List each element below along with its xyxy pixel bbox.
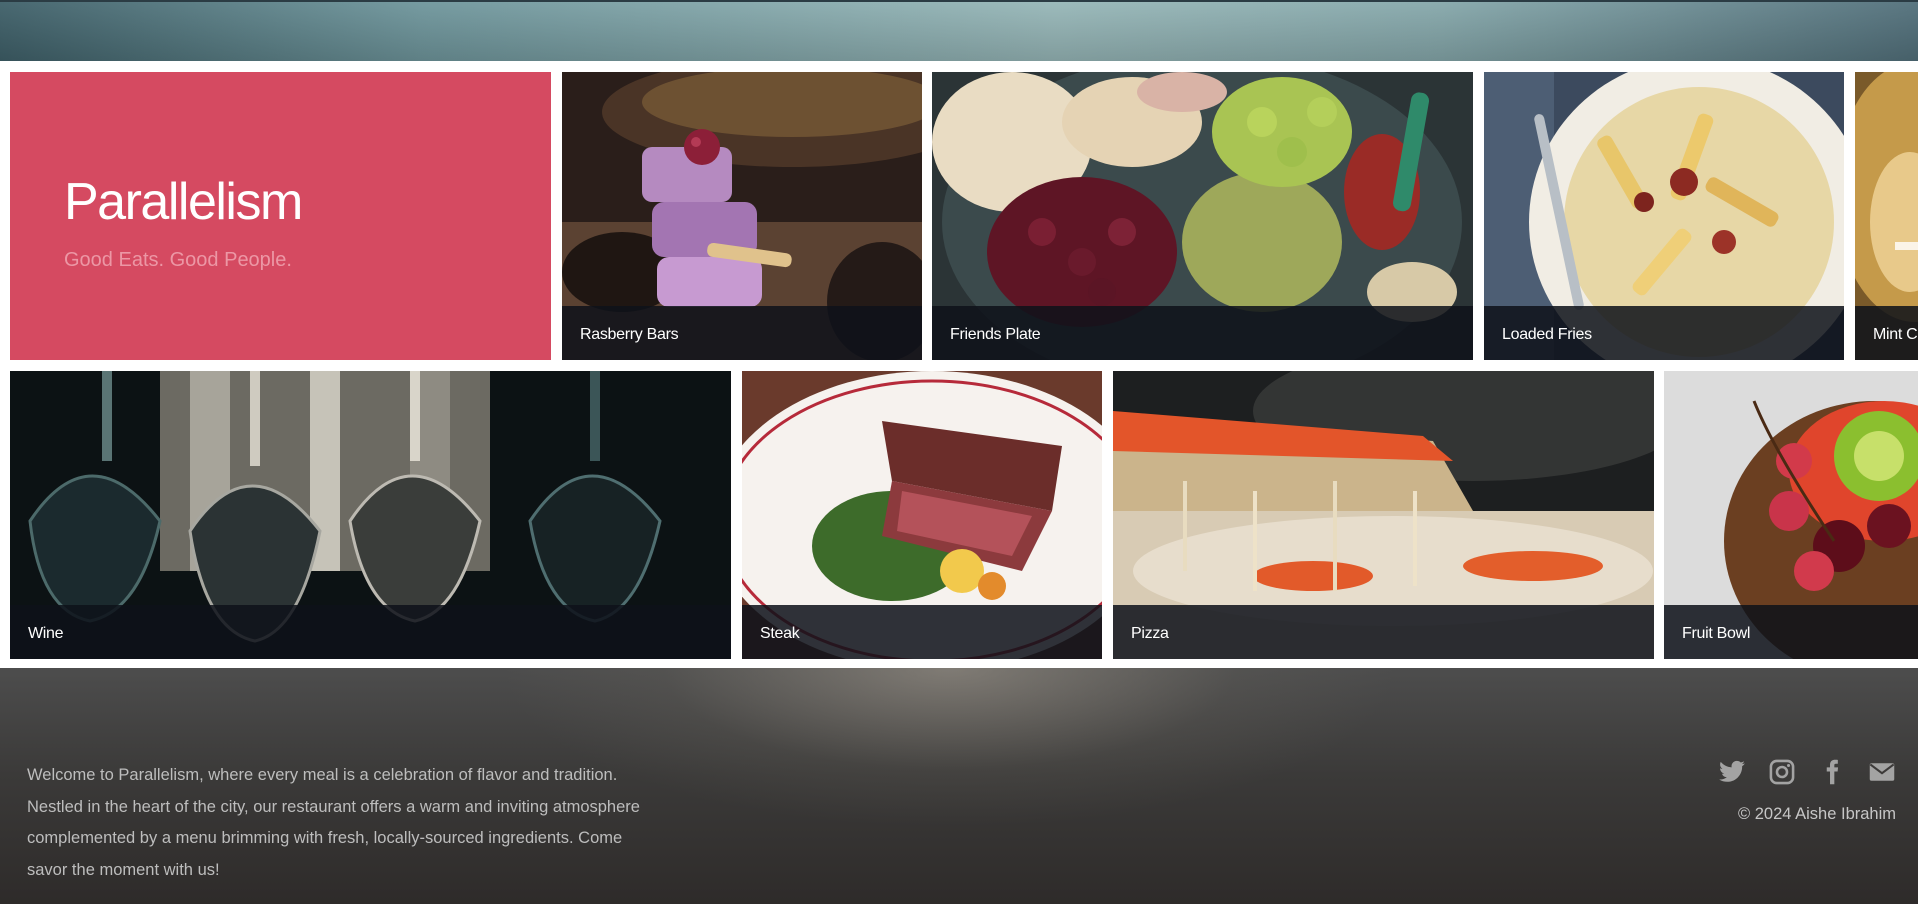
brand-card: Parallelism Good Eats. Good People.: [10, 72, 551, 360]
instagram-icon[interactable]: [1768, 758, 1796, 786]
tile-caption: Wine: [28, 625, 64, 642]
gallery-tile-mint[interactable]: Mint Cr: [1855, 72, 1918, 360]
top-banner: [0, 0, 1918, 61]
gallery-tile-wine[interactable]: Wine: [10, 371, 731, 659]
gallery-tile-friends-plate[interactable]: Friends Plate: [932, 72, 1473, 360]
page: Parallelism Good Eats. Good People. Rasb…: [0, 0, 1918, 904]
footer-about-text: Welcome to Parallelism, where every meal…: [27, 766, 640, 879]
gallery-tile-loaded-fries[interactable]: Loaded Fries: [1484, 72, 1844, 360]
gallery-tile-pizza[interactable]: Pizza: [1113, 371, 1654, 659]
email-icon[interactable]: [1868, 758, 1896, 786]
tile-caption: Friends Plate: [950, 326, 1041, 343]
site-title: Parallelism: [64, 173, 303, 231]
site-tagline: Good Eats. Good People.: [64, 249, 292, 271]
gallery-tile-steak[interactable]: Steak: [742, 371, 1102, 659]
footer: Welcome to Parallelism, where every meal…: [0, 668, 1918, 904]
caption-bar: [10, 605, 731, 659]
facebook-icon[interactable]: [1818, 758, 1846, 786]
tile-caption: Rasberry Bars: [580, 326, 679, 343]
tile-caption: Fruit Bowl: [1682, 625, 1751, 642]
gallery-tile-rasberry-bars[interactable]: Rasberry Bars: [562, 72, 922, 360]
tile-caption: Pizza: [1131, 625, 1169, 642]
gallery-tile-fruit-bowl[interactable]: Fruit Bowl: [1664, 371, 1918, 659]
social-links: [1718, 758, 1896, 786]
gallery: Parallelism Good Eats. Good People. Rasb…: [0, 61, 1918, 668]
tile-caption: Steak: [760, 625, 800, 642]
caption-bar: [1113, 605, 1654, 659]
tile-caption: Loaded Fries: [1502, 326, 1592, 343]
copyright-text: © 2024 Aishe Ibrahim: [1738, 805, 1896, 823]
twitter-icon[interactable]: [1718, 758, 1746, 786]
tile-caption: Mint Cr: [1873, 326, 1918, 343]
